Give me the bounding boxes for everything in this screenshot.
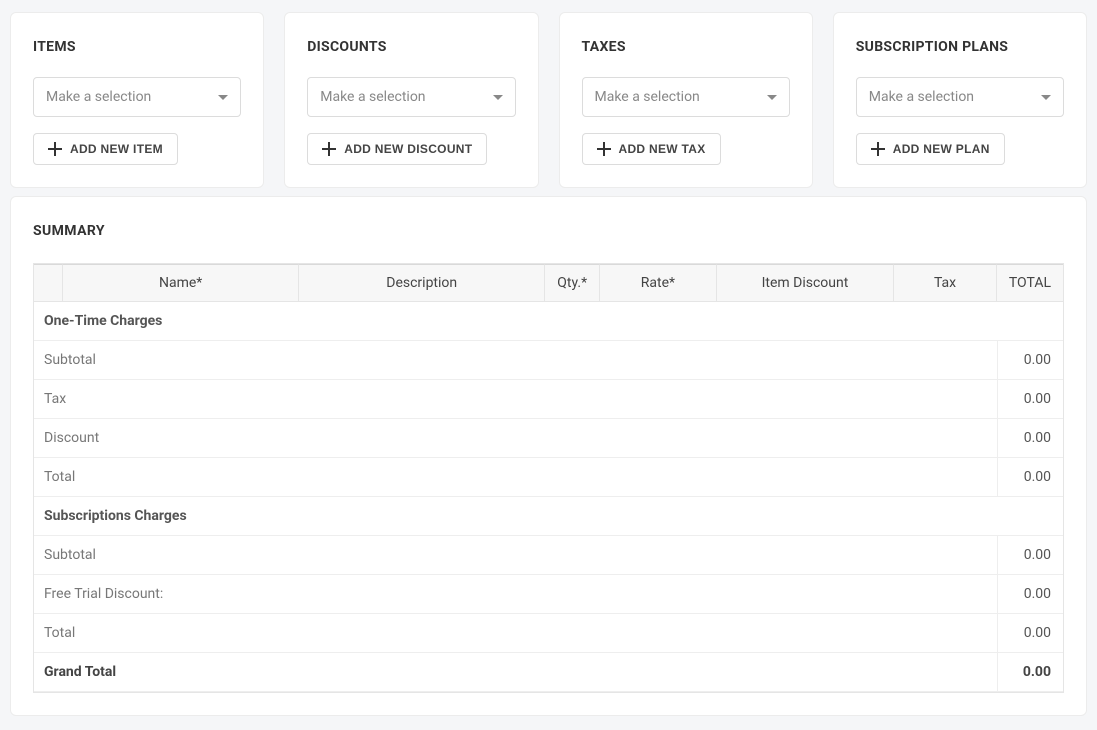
section-onetime-header: One-Time Charges <box>34 302 1063 341</box>
summary-table-head: Name* Description Qty.* Rate* Item Disco… <box>34 264 1063 302</box>
taxes-card: TAXES Make a selection ADD NEW TAX <box>559 12 813 188</box>
discounts-card-title: DISCOUNTS <box>307 39 515 55</box>
row-onetime-discount: Discount 0.00 <box>34 419 1063 458</box>
items-card-title: ITEMS <box>33 39 241 55</box>
plans-select[interactable]: Make a selection <box>856 77 1064 117</box>
add-new-item-label: ADD NEW ITEM <box>70 142 163 156</box>
items-card: ITEMS Make a selection ADD NEW ITEM <box>10 12 264 188</box>
section-subs-header: Subscriptions Charges <box>34 497 1063 536</box>
summary-card: SUMMARY Name* Description Qty.* Rate* It… <box>10 196 1087 716</box>
row-onetime-total: Total 0.00 <box>34 458 1063 497</box>
add-new-tax-button[interactable]: ADD NEW TAX <box>582 133 721 165</box>
col-description: Description <box>299 264 545 302</box>
val-grand-total: 0.00 <box>997 653 1063 692</box>
add-new-plan-button[interactable]: ADD NEW PLAN <box>856 133 1005 165</box>
row-subs-total: Total 0.00 <box>34 614 1063 653</box>
discounts-card: DISCOUNTS Make a selection ADD NEW DISCO… <box>284 12 538 188</box>
section-onetime-label: One-Time Charges <box>34 302 1063 341</box>
val-subs-subtotal: 0.00 <box>997 536 1063 575</box>
val-subs-freetrial: 0.00 <box>997 575 1063 614</box>
val-subs-total: 0.00 <box>997 614 1063 653</box>
col-rate: Rate* <box>600 264 717 302</box>
taxes-select-placeholder: Make a selection <box>595 89 759 105</box>
top-cards-row: ITEMS Make a selection ADD NEW ITEM DISC… <box>10 12 1087 188</box>
plans-card: SUBSCRIPTION PLANS Make a selection ADD … <box>833 12 1087 188</box>
row-subs-freetrial: Free Trial Discount: 0.00 <box>34 575 1063 614</box>
plus-icon <box>48 142 62 156</box>
col-qty: Qty.* <box>545 264 600 302</box>
col-total: TOTAL <box>997 264 1063 302</box>
row-onetime-subtotal: Subtotal 0.00 <box>34 341 1063 380</box>
col-tax: Tax <box>894 264 997 302</box>
label-onetime-total: Total <box>34 458 997 497</box>
add-new-item-button[interactable]: ADD NEW ITEM <box>33 133 178 165</box>
label-subs-subtotal: Subtotal <box>34 536 997 575</box>
plans-select-placeholder: Make a selection <box>869 89 1033 105</box>
plus-icon <box>871 142 885 156</box>
section-subs-label: Subscriptions Charges <box>34 497 1063 536</box>
taxes-card-title: TAXES <box>582 39 790 55</box>
label-onetime-discount: Discount <box>34 419 997 458</box>
col-empty <box>34 264 63 302</box>
discounts-select-placeholder: Make a selection <box>320 89 484 105</box>
summary-table: Name* Description Qty.* Rate* Item Disco… <box>33 263 1064 693</box>
plus-icon <box>322 142 336 156</box>
val-onetime-total: 0.00 <box>997 458 1063 497</box>
summary-title: SUMMARY <box>33 223 1064 239</box>
items-select[interactable]: Make a selection <box>33 77 241 117</box>
val-onetime-subtotal: 0.00 <box>997 341 1063 380</box>
taxes-select[interactable]: Make a selection <box>582 77 790 117</box>
discounts-select[interactable]: Make a selection <box>307 77 515 117</box>
label-subs-total: Total <box>34 614 997 653</box>
label-grand-total: Grand Total <box>34 653 997 692</box>
plans-card-title: SUBSCRIPTION PLANS <box>856 39 1064 55</box>
val-onetime-tax: 0.00 <box>997 380 1063 419</box>
add-new-discount-button[interactable]: ADD NEW DISCOUNT <box>307 133 487 165</box>
caret-down-icon <box>767 95 777 100</box>
col-name: Name* <box>63 264 299 302</box>
plus-icon <box>597 142 611 156</box>
label-onetime-tax: Tax <box>34 380 997 419</box>
col-item-discount: Item Discount <box>717 264 895 302</box>
add-new-tax-label: ADD NEW TAX <box>619 142 706 156</box>
add-new-discount-label: ADD NEW DISCOUNT <box>344 142 472 156</box>
caret-down-icon <box>218 95 228 100</box>
row-onetime-tax: Tax 0.00 <box>34 380 1063 419</box>
row-grand-total: Grand Total 0.00 <box>34 653 1063 692</box>
add-new-plan-label: ADD NEW PLAN <box>893 142 990 156</box>
label-subs-freetrial: Free Trial Discount: <box>34 575 997 614</box>
items-select-placeholder: Make a selection <box>46 89 210 105</box>
row-subs-subtotal: Subtotal 0.00 <box>34 536 1063 575</box>
caret-down-icon <box>493 95 503 100</box>
caret-down-icon <box>1041 95 1051 100</box>
label-onetime-subtotal: Subtotal <box>34 341 997 380</box>
val-onetime-discount: 0.00 <box>997 419 1063 458</box>
